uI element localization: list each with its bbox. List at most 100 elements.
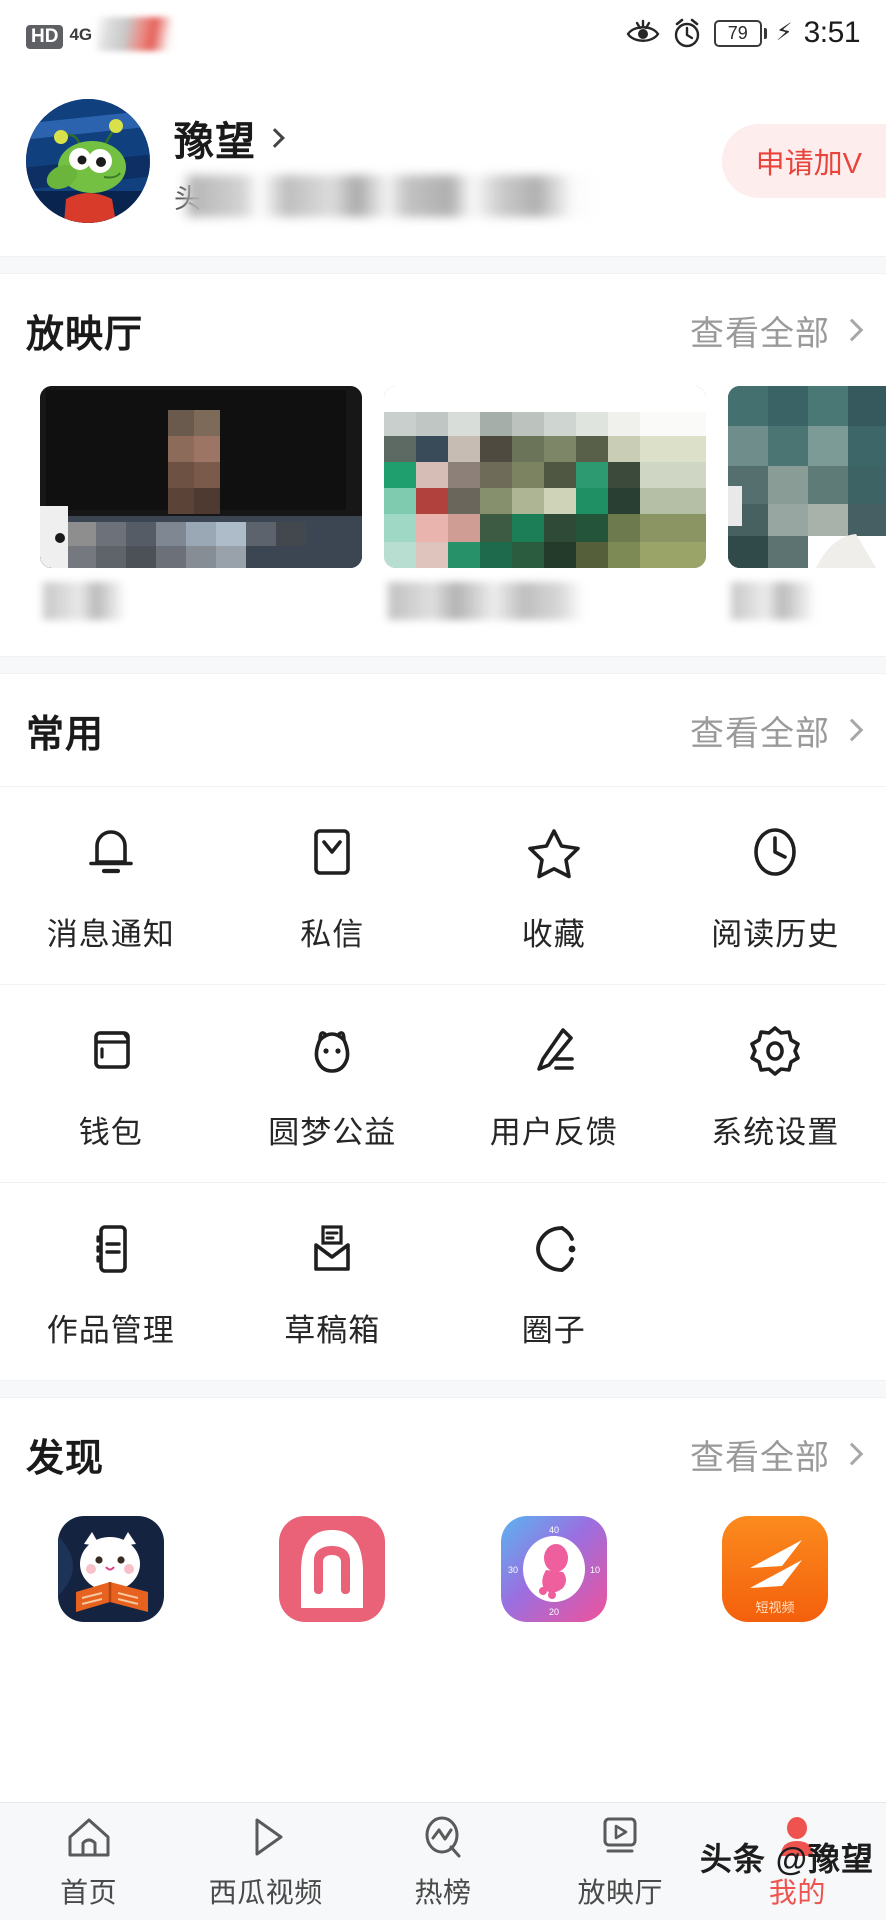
grid-item-settings[interactable]: 系统设置 xyxy=(665,1019,886,1152)
grid-item-drafts[interactable]: 草稿箱 xyxy=(222,1217,444,1350)
person-icon xyxy=(774,1813,820,1861)
common-view-all[interactable]: 查看全部 xyxy=(690,706,864,755)
clock-icon xyxy=(747,821,803,883)
chevron-right-icon xyxy=(265,128,285,148)
nav-item-home[interactable]: 首页 xyxy=(0,1813,177,1911)
hd-badge: HD xyxy=(26,25,64,49)
nav-item-label: 我的 xyxy=(768,1876,826,1908)
white-cat-reading-app-icon[interactable] xyxy=(57,1516,164,1622)
grid-item-wallet[interactable]: 钱包 xyxy=(0,1019,222,1152)
section-divider xyxy=(0,1380,886,1398)
play-triangle-icon xyxy=(243,1813,289,1861)
discover-apps-row: 40 30 10 20 短视频 xyxy=(0,1510,886,1640)
view-all-label: 查看全部 xyxy=(690,1438,830,1477)
status-bar-right: 79 ⚡ 3:51 xyxy=(626,16,861,50)
eye-care-icon xyxy=(626,18,660,48)
common-grid-row-1: 消息通知 私信 收藏 阅读历史 xyxy=(0,786,886,984)
screening-room-header: 放映厅 查看全部 xyxy=(0,274,886,386)
video-title-blurred xyxy=(40,582,362,620)
video-thumbnail[interactable] xyxy=(728,386,886,568)
grid-item-circles[interactable]: 圈子 xyxy=(443,1217,665,1350)
charging-bolt-icon: ⚡ xyxy=(775,19,793,46)
username: 豫望 xyxy=(174,120,256,164)
grid-item-works-management[interactable]: 作品管理 xyxy=(0,1217,222,1350)
common-header: 常用 查看全部 xyxy=(0,674,886,786)
screening-room-carousel[interactable] xyxy=(0,386,886,636)
nav-item-label: 热榜 xyxy=(414,1876,472,1908)
grid-item-reading-history[interactable]: 阅读历史 xyxy=(665,821,886,954)
battery-level: 79 xyxy=(713,19,762,47)
grid-item-label: 阅读历史 xyxy=(711,917,840,952)
app-entry[interactable]: 短视频 xyxy=(665,1516,886,1622)
grid-item-label: 收藏 xyxy=(521,917,586,952)
video-thumbnail[interactable] xyxy=(384,386,706,568)
app-entry[interactable] xyxy=(222,1516,444,1622)
video-box-icon xyxy=(597,1813,643,1861)
grid-item-private-message[interactable]: 私信 xyxy=(222,821,444,954)
video-title-blurred xyxy=(384,582,706,620)
nav-item-label: 首页 xyxy=(60,1876,118,1908)
avatar[interactable] xyxy=(26,99,150,223)
chevron-right-icon xyxy=(840,718,864,742)
gear-icon xyxy=(746,1019,804,1081)
apply-verification-button[interactable]: 申请加V xyxy=(721,124,886,198)
discover-section: 发现 查看全部 40 30 10 20 短视频 xyxy=(0,1398,886,1640)
grid-item-label: 圆梦公益 xyxy=(268,1115,397,1150)
view-all-label: 查看全部 xyxy=(690,714,830,753)
profile-header[interactable]: 豫望 头 申请加V xyxy=(0,66,886,256)
svg-text:10: 10 xyxy=(590,1565,600,1575)
svg-text:30: 30 xyxy=(508,1565,518,1575)
screening-room-view-all[interactable]: 查看全部 xyxy=(690,306,864,355)
battery-tip xyxy=(763,27,767,39)
chevron-right-icon xyxy=(840,318,864,342)
discover-title: 发现 xyxy=(26,1437,105,1480)
open-envelope-icon xyxy=(304,1217,360,1279)
grid-item-charity[interactable]: 圆梦公益 xyxy=(222,1019,444,1152)
app-entry[interactable] xyxy=(0,1516,222,1622)
wallet-icon xyxy=(84,1019,138,1081)
chevron-right-icon xyxy=(840,1442,864,1466)
section-divider xyxy=(0,656,886,674)
star-icon xyxy=(525,821,583,883)
nav-item-trending[interactable]: 热榜 xyxy=(354,1813,531,1911)
nav-item-xigua-video[interactable]: 西瓜视频 xyxy=(177,1813,354,1911)
pink-m-app-icon[interactable] xyxy=(279,1516,386,1622)
tag-circle-icon xyxy=(525,1217,583,1279)
common-grid-row-2: 钱包 圆梦公益 用户反馈 系统设置 xyxy=(0,984,886,1182)
app-screen: HD 4G 79 ⚡ 3:51 豫望 申请加V 放映厅 查看全部 常用 查看全部… xyxy=(0,0,886,1920)
grid-item-label: 钱包 xyxy=(78,1115,143,1150)
grid-item-notifications[interactable]: 消息通知 xyxy=(0,821,222,954)
bell-icon xyxy=(83,821,139,883)
video-card[interactable] xyxy=(384,386,706,636)
cat-face-icon xyxy=(303,1019,361,1081)
alarm-clock-icon xyxy=(671,17,703,49)
grid-item-label: 消息通知 xyxy=(46,917,175,952)
grid-item-feedback[interactable]: 用户反馈 xyxy=(443,1019,665,1152)
discover-view-all[interactable]: 查看全部 xyxy=(690,1430,864,1479)
video-card[interactable] xyxy=(40,386,362,636)
discover-header: 发现 查看全部 xyxy=(0,1398,886,1510)
nav-item-label: 放映厅 xyxy=(577,1876,663,1908)
app-icon-label: 短视频 xyxy=(756,1600,795,1615)
pregnancy-tracker-app-icon[interactable]: 40 30 10 20 xyxy=(500,1516,607,1622)
envelope-icon xyxy=(306,821,358,883)
screening-room-title: 放映厅 xyxy=(26,313,144,356)
status-bar-left: HD 4G xyxy=(26,17,175,51)
app-entry[interactable]: 40 30 10 20 xyxy=(443,1516,665,1622)
video-card[interactable] xyxy=(728,386,886,636)
pencil-feedback-icon xyxy=(525,1019,583,1081)
document-list-icon xyxy=(85,1217,137,1279)
subtitle-blurred-region xyxy=(182,175,602,217)
battery-icon: 79 xyxy=(713,19,767,47)
nav-item-profile[interactable]: 我的 xyxy=(709,1813,886,1911)
status-clock: 3:51 xyxy=(803,16,861,49)
common-title: 常用 xyxy=(26,713,105,756)
grid-item-favorites[interactable]: 收藏 xyxy=(443,821,665,954)
grid-item-label: 草稿箱 xyxy=(284,1313,381,1348)
video-thumbnail[interactable] xyxy=(40,386,362,568)
nav-item-screening-room[interactable]: 放映厅 xyxy=(532,1813,709,1911)
view-all-label: 查看全部 xyxy=(690,314,830,353)
short-video-app-icon[interactable]: 短视频 xyxy=(722,1516,829,1622)
common-grid: 消息通知 私信 收藏 阅读历史 钱包 圆梦公益 用户反馈 系统设置 作品管理 草… xyxy=(0,786,886,1380)
svg-text:20: 20 xyxy=(549,1607,559,1617)
